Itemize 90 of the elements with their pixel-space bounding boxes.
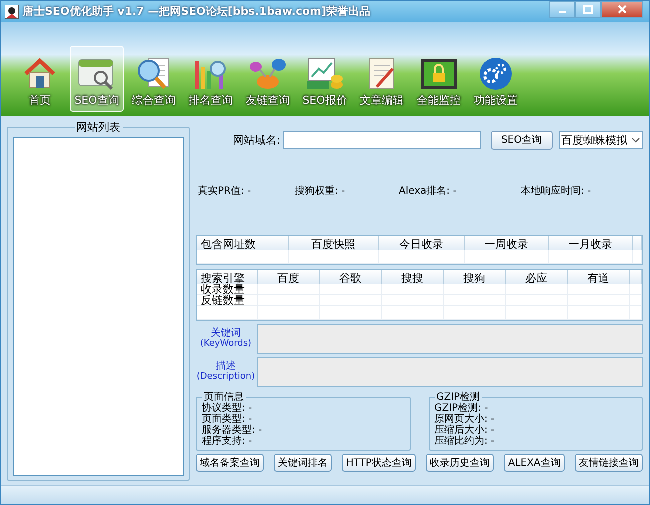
toolbar-button[interactable]: 综合查询 [127, 46, 181, 112]
column-header: 一周收录 [465, 236, 549, 250]
column-header: 百度 [258, 270, 320, 284]
minimize-button[interactable] [549, 1, 575, 18]
table-cell [382, 284, 444, 295]
toolbar-button[interactable]: 排名查询 [184, 46, 238, 112]
description-box[interactable] [257, 357, 643, 387]
engine-dropdown[interactable]: 百度蜘蛛模拟 [558, 131, 643, 149]
maximize-icon [583, 5, 593, 14]
info-line: 程序支持: - [202, 436, 254, 447]
table-cell [320, 284, 382, 295]
column-header: 今日收录 [379, 236, 465, 250]
toolbar-button[interactable]: 文章编辑 [355, 46, 409, 112]
info-line: 页面类型: - [202, 414, 254, 425]
action-button[interactable]: HTTP状态查询 [342, 454, 416, 472]
field-sublabel: (KeyWords) [200, 339, 252, 350]
toolbar-button[interactable]: SEO查询 [70, 46, 124, 112]
table-cell [197, 306, 258, 320]
lock-screen-icon [419, 57, 459, 91]
info-line: 原网页大小: - [434, 414, 496, 425]
toolbar-button[interactable]: 全能监控 [412, 46, 466, 112]
table-cell [382, 306, 444, 320]
column-header: 一月收录 [549, 236, 633, 250]
caret-icon [632, 138, 640, 142]
field-label: 描述 [216, 361, 236, 372]
field-sublabel: (Description) [196, 372, 256, 383]
table-cell [506, 284, 568, 295]
info-line: 压缩后大小: - [434, 425, 496, 436]
column-header: 必应 [506, 270, 568, 284]
table-cell [258, 284, 320, 295]
column-header: 包含网址数 [197, 236, 289, 250]
table-cell [506, 306, 568, 320]
table-cell [568, 284, 630, 295]
action-button[interactable]: 域名备案查询 [196, 454, 264, 472]
stat-value: - [340, 186, 346, 197]
gears-icon [478, 57, 514, 91]
stat-value: - [452, 186, 457, 197]
stat-label: 本地响应时间: [521, 186, 584, 197]
row-label: 反链数量 [197, 295, 258, 306]
group-title: GZIP检测 [436, 392, 482, 403]
action-button[interactable]: 友情链接查询 [574, 454, 643, 472]
column-header: 有道 [568, 270, 630, 284]
table-cell [630, 306, 642, 320]
group-title: 网站列表 [76, 120, 122, 135]
stat-label: Alexa排名: [399, 186, 450, 197]
column-header: 搜搜 [382, 270, 444, 284]
maximize-button[interactable] [575, 1, 601, 18]
keywords-box[interactable] [257, 324, 643, 354]
table-cell [568, 306, 630, 320]
group-title: 页面信息 [204, 392, 245, 403]
table-cell [444, 284, 506, 295]
close-icon [618, 5, 626, 14]
info-line: GZIP检测: - [434, 403, 490, 414]
bubbles-icon [248, 57, 288, 91]
action-button[interactable]: 收录历史查询 [426, 454, 494, 472]
toolbar-button[interactable]: 友链查询 [241, 46, 295, 112]
chart-coins-icon [305, 57, 345, 91]
toolbar-button[interactable]: SEO报价 [298, 46, 352, 112]
info-line: 服务器类型: - [202, 425, 264, 436]
table-cell [633, 250, 642, 264]
table-header-filler [633, 236, 642, 250]
query-button[interactable]: SEO查询 [490, 130, 553, 150]
column-header: 谷歌 [320, 270, 382, 284]
column-header: 搜狗 [444, 270, 506, 284]
toolbar-button[interactable]: 功能设置 [469, 46, 523, 112]
toolbar-button[interactable]: 首页 [13, 46, 67, 112]
house-icon [23, 57, 57, 91]
table-cell [630, 284, 642, 295]
table-cell [444, 306, 506, 320]
stat-value: - [246, 186, 252, 197]
window-title: 唐士SEO优化助手 v1.7 —把网SEO论坛[bbs.1baw.com]荣誉出品 [23, 4, 372, 19]
app-icon [5, 4, 19, 18]
close-button[interactable] [601, 1, 643, 18]
table-header-filler [630, 270, 642, 284]
field-label: 关键词 [211, 328, 241, 339]
column-header: 搜索引擎 [197, 270, 258, 284]
row-label: 收录数量 [197, 284, 258, 295]
info-line: 协议类型: - [202, 403, 254, 414]
table-cell [320, 306, 382, 320]
action-button[interactable]: 关键词排名 [274, 454, 332, 472]
stat-label: 真实PR值: [198, 186, 244, 197]
stat-value: - [586, 186, 592, 197]
field-label: 网站域名: [233, 132, 281, 148]
stat-label: 搜狗权重: [295, 186, 338, 197]
table-cell [258, 306, 320, 320]
info-line: 压缩比约为: - [434, 436, 496, 447]
action-button[interactable]: ALEXA查询 [504, 454, 565, 472]
table-cell [630, 295, 642, 306]
domain-field[interactable] [282, 131, 481, 149]
column-header: 百度快照 [289, 236, 379, 250]
